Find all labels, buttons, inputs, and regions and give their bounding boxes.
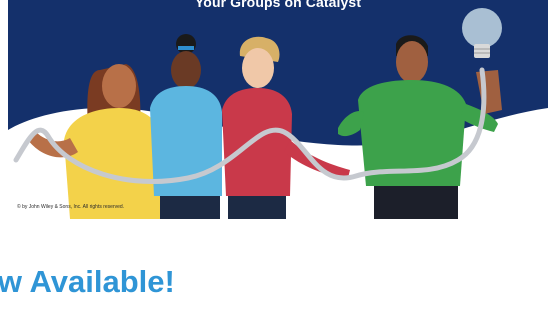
banner-title: Your Groups on Catalyst [194, 0, 362, 10]
copyright-notice: © by John Wiley & Sons, Inc. All rights … [17, 204, 125, 210]
hero-illustration [8, 0, 548, 219]
hero-banner: Your Groups on Catalyst © by John Wiley … [8, 0, 548, 219]
page: Your Groups on Catalyst © by John Wiley … [0, 0, 548, 333]
headline: ow Available! [0, 264, 175, 299]
